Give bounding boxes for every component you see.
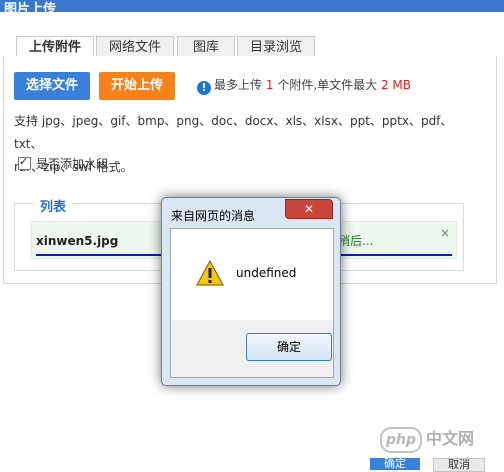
supported-formats-line1: 支持 jpg、jpeg、gif、bmp、png、doc、docx、xls、xls… [14, 114, 453, 151]
alert-close-button[interactable]: ✕ [285, 199, 333, 219]
cancel-button[interactable]: 取消 [433, 458, 485, 472]
alert-dialog: 来自网页的消息 ✕ undefined 确定 [161, 197, 341, 386]
alert-message: undefined [236, 266, 297, 280]
alert-title: 来自网页的消息 [171, 209, 256, 223]
php-logo-badge: php [380, 427, 422, 453]
confirm-button[interactable]: 确定 [370, 458, 420, 470]
start-upload-button[interactable]: 开始上传 [99, 72, 175, 100]
alert-footer: 确定 [170, 320, 334, 378]
dialog-titlebar: 图片上传 [0, 0, 504, 17]
warning-icon [196, 260, 224, 286]
select-file-button[interactable]: 选择文件 [14, 72, 90, 100]
upload-limit-info: ! 最多上传 1 个附件,单文件最大 2 MB [197, 76, 411, 95]
info-icon: ! [197, 81, 211, 95]
info-prefix: 最多上传 [214, 78, 263, 92]
watermark-label: 是否添加水印 [36, 157, 109, 171]
watermark-option[interactable]: 是否添加水印 [18, 155, 108, 172]
info-size: 2 MB [380, 78, 412, 92]
file-list-legend: 列表 [34, 196, 73, 215]
info-count: 1 [265, 78, 274, 92]
alert-ok-button[interactable]: 确定 [246, 333, 332, 361]
site-watermark-text: 中文网 [426, 429, 475, 448]
watermark-checkbox[interactable] [18, 155, 31, 170]
alert-content: undefined [170, 228, 334, 321]
file-name: xinwen5.jpg [36, 234, 119, 248]
file-status: 稍后... [338, 234, 374, 248]
info-middle: 个附件,单文件最大 [277, 78, 378, 92]
site-watermark: php 中文网 [380, 425, 474, 453]
remove-file-icon[interactable]: × [440, 226, 450, 240]
